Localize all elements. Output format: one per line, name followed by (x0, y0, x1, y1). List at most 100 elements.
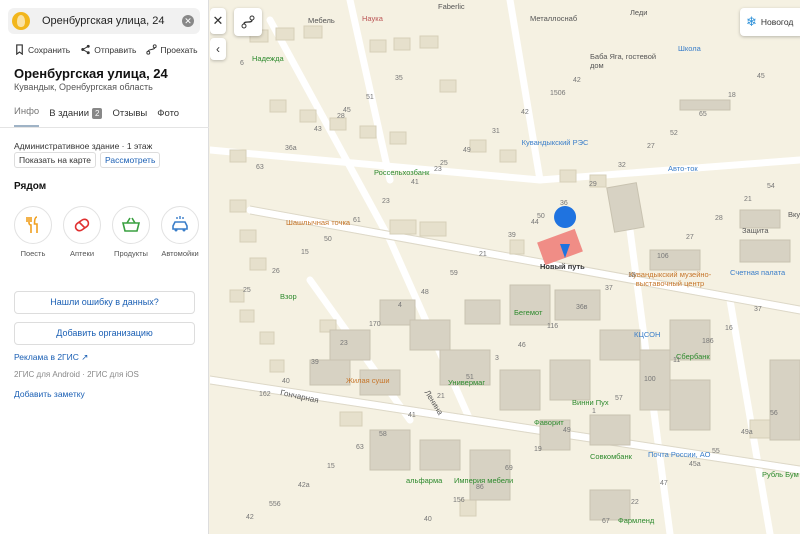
building-buttons: Показать на карте Рассмотреть (14, 152, 161, 168)
house-number: 57 (615, 395, 623, 402)
house-number: 21 (437, 393, 445, 400)
house-number: 36в (576, 304, 588, 311)
route-icon (241, 15, 255, 29)
house-number: 49a (741, 429, 753, 436)
house-number: 52 (670, 130, 678, 137)
house-number: 11 (673, 357, 681, 364)
car-wash-icon (172, 216, 188, 232)
map-label: Вкус (788, 210, 800, 219)
house-number: 42 (246, 514, 254, 521)
map-view[interactable]: ✕ ‹ ❄ Новогод Мебель Наука Faberlic Мета… (210, 0, 800, 534)
house-number: 170 (369, 321, 381, 328)
house-number: 28 (337, 113, 345, 120)
nearby-title: Рядом (14, 181, 47, 192)
house-number: 25 (243, 287, 251, 294)
house-number: 15 (327, 463, 335, 470)
house-number: 19 (534, 446, 542, 453)
house-number: 35 (395, 75, 403, 82)
pharmacy-icon (74, 218, 90, 232)
directions-button[interactable]: Проехать (146, 44, 198, 55)
tab-info[interactable]: Инфо (14, 106, 40, 127)
house-number: 36 (560, 200, 568, 207)
house-number: 22 (631, 499, 639, 506)
apps-links[interactable]: 2ГИС для Android · 2ГИС для iOS (14, 370, 139, 379)
house-number: 23 (340, 340, 348, 347)
route-button[interactable] (234, 8, 262, 36)
map-label: Авто-ток (668, 164, 698, 173)
category-car-wash[interactable]: Автомойки (159, 206, 201, 258)
search-bar[interactable]: Оренбургская улица, 24 ✕ (8, 8, 200, 34)
house-number: 50 (537, 213, 545, 220)
house-number: 69 (505, 465, 513, 472)
map-label: КЦСОН (634, 330, 661, 339)
map-label: Счетная палата (730, 268, 786, 277)
house-number: 58 (379, 431, 387, 438)
show-on-map-button[interactable]: Показать на карте (14, 152, 96, 168)
house-number: 36a (285, 145, 297, 152)
collapse-panel-button[interactable]: ‹ (210, 38, 226, 60)
category-groceries-label: Продукты (114, 249, 148, 258)
category-car-wash-label: Автомойки (161, 249, 199, 258)
house-number: 16 (725, 325, 733, 332)
tab-in-building[interactable]: В здании 2 (49, 108, 103, 127)
advertising-link[interactable]: Реклама в 2ГИС ↗ (14, 352, 88, 363)
place-subtitle: Кувандык, Оренбургская область (14, 82, 153, 92)
map-label: Надежда (252, 54, 284, 63)
house-number: 42 (573, 77, 581, 84)
house-number: 23 (434, 166, 442, 173)
house-number: 47 (660, 480, 668, 487)
place-sidebar: Оренбургская улица, 24 ✕ Сохранить Отпра… (0, 0, 209, 534)
nearby-categories: Поесть Аптеки Продукты Автомойки (12, 206, 201, 258)
weather-widget[interactable]: ❄ Новогод (740, 8, 800, 36)
house-number: 39 (508, 232, 516, 239)
map-label: Леди (630, 8, 648, 17)
map-label: Баба Яга, гостевой дом (590, 52, 657, 70)
map-label: Рубль Бум (762, 470, 799, 479)
map-label: Кувандыкский РЭС (521, 138, 589, 147)
map-label: Винни Пух (572, 398, 609, 407)
house-number: 86 (476, 484, 484, 491)
house-number: 63 (356, 444, 364, 451)
map-label: Жилая суши (346, 376, 390, 385)
report-error-button[interactable]: Нашли ошибку в данных? (14, 291, 195, 314)
search-input[interactable]: Оренбургская улица, 24 (42, 15, 182, 27)
house-number: 21 (479, 251, 487, 258)
category-pharmacy[interactable]: Аптеки (61, 206, 103, 258)
marker-label: Новый путь (540, 262, 585, 271)
tab-bar: Инфо В здании 2 Отзывы Фото (0, 100, 209, 128)
fork-knife-icon (26, 216, 38, 233)
tab-reviews[interactable]: Отзывы (112, 108, 147, 127)
house-number: 26 (272, 268, 280, 275)
close-panel-button[interactable]: ✕ (210, 8, 226, 34)
tab-photos[interactable]: Фото (157, 108, 179, 127)
house-number: 55 (712, 448, 720, 455)
clear-search-icon[interactable]: ✕ (182, 15, 194, 27)
directions-icon (146, 44, 158, 55)
2gis-logo-icon[interactable] (12, 12, 30, 30)
category-eat-label: Поесть (20, 249, 46, 258)
house-number: 41 (408, 412, 416, 419)
house-number: 6 (240, 60, 244, 67)
map-label: Защита (742, 226, 769, 235)
house-number: 31 (492, 128, 500, 135)
action-bar: Сохранить Отправить Проехать (14, 44, 198, 55)
add-organization-button[interactable]: Добавить организацию (14, 322, 195, 345)
share-button[interactable]: Отправить (80, 44, 136, 55)
bookmark-icon (16, 44, 23, 55)
category-groceries[interactable]: Продукты (110, 206, 152, 258)
map-label: Наука (362, 14, 383, 23)
house-number: 23 (382, 198, 390, 205)
map-label: Сбербанк (676, 352, 710, 361)
save-button[interactable]: Сохранить (14, 44, 70, 55)
snowflake-icon: ❄ (746, 14, 757, 29)
house-number: 186 (702, 338, 714, 345)
house-number: 27 (647, 143, 655, 150)
house-number: 45 (343, 107, 351, 114)
tab-photos-label: Фото (157, 108, 180, 119)
add-note-link[interactable]: Добавить заметку (14, 389, 85, 399)
house-number: 43 (314, 126, 322, 133)
category-eat[interactable]: Поесть (12, 206, 54, 258)
house-number: 27 (686, 234, 694, 241)
tab-reviews-label: Отзывы (112, 108, 148, 119)
examine-button[interactable]: Рассмотреть (99, 152, 161, 168)
